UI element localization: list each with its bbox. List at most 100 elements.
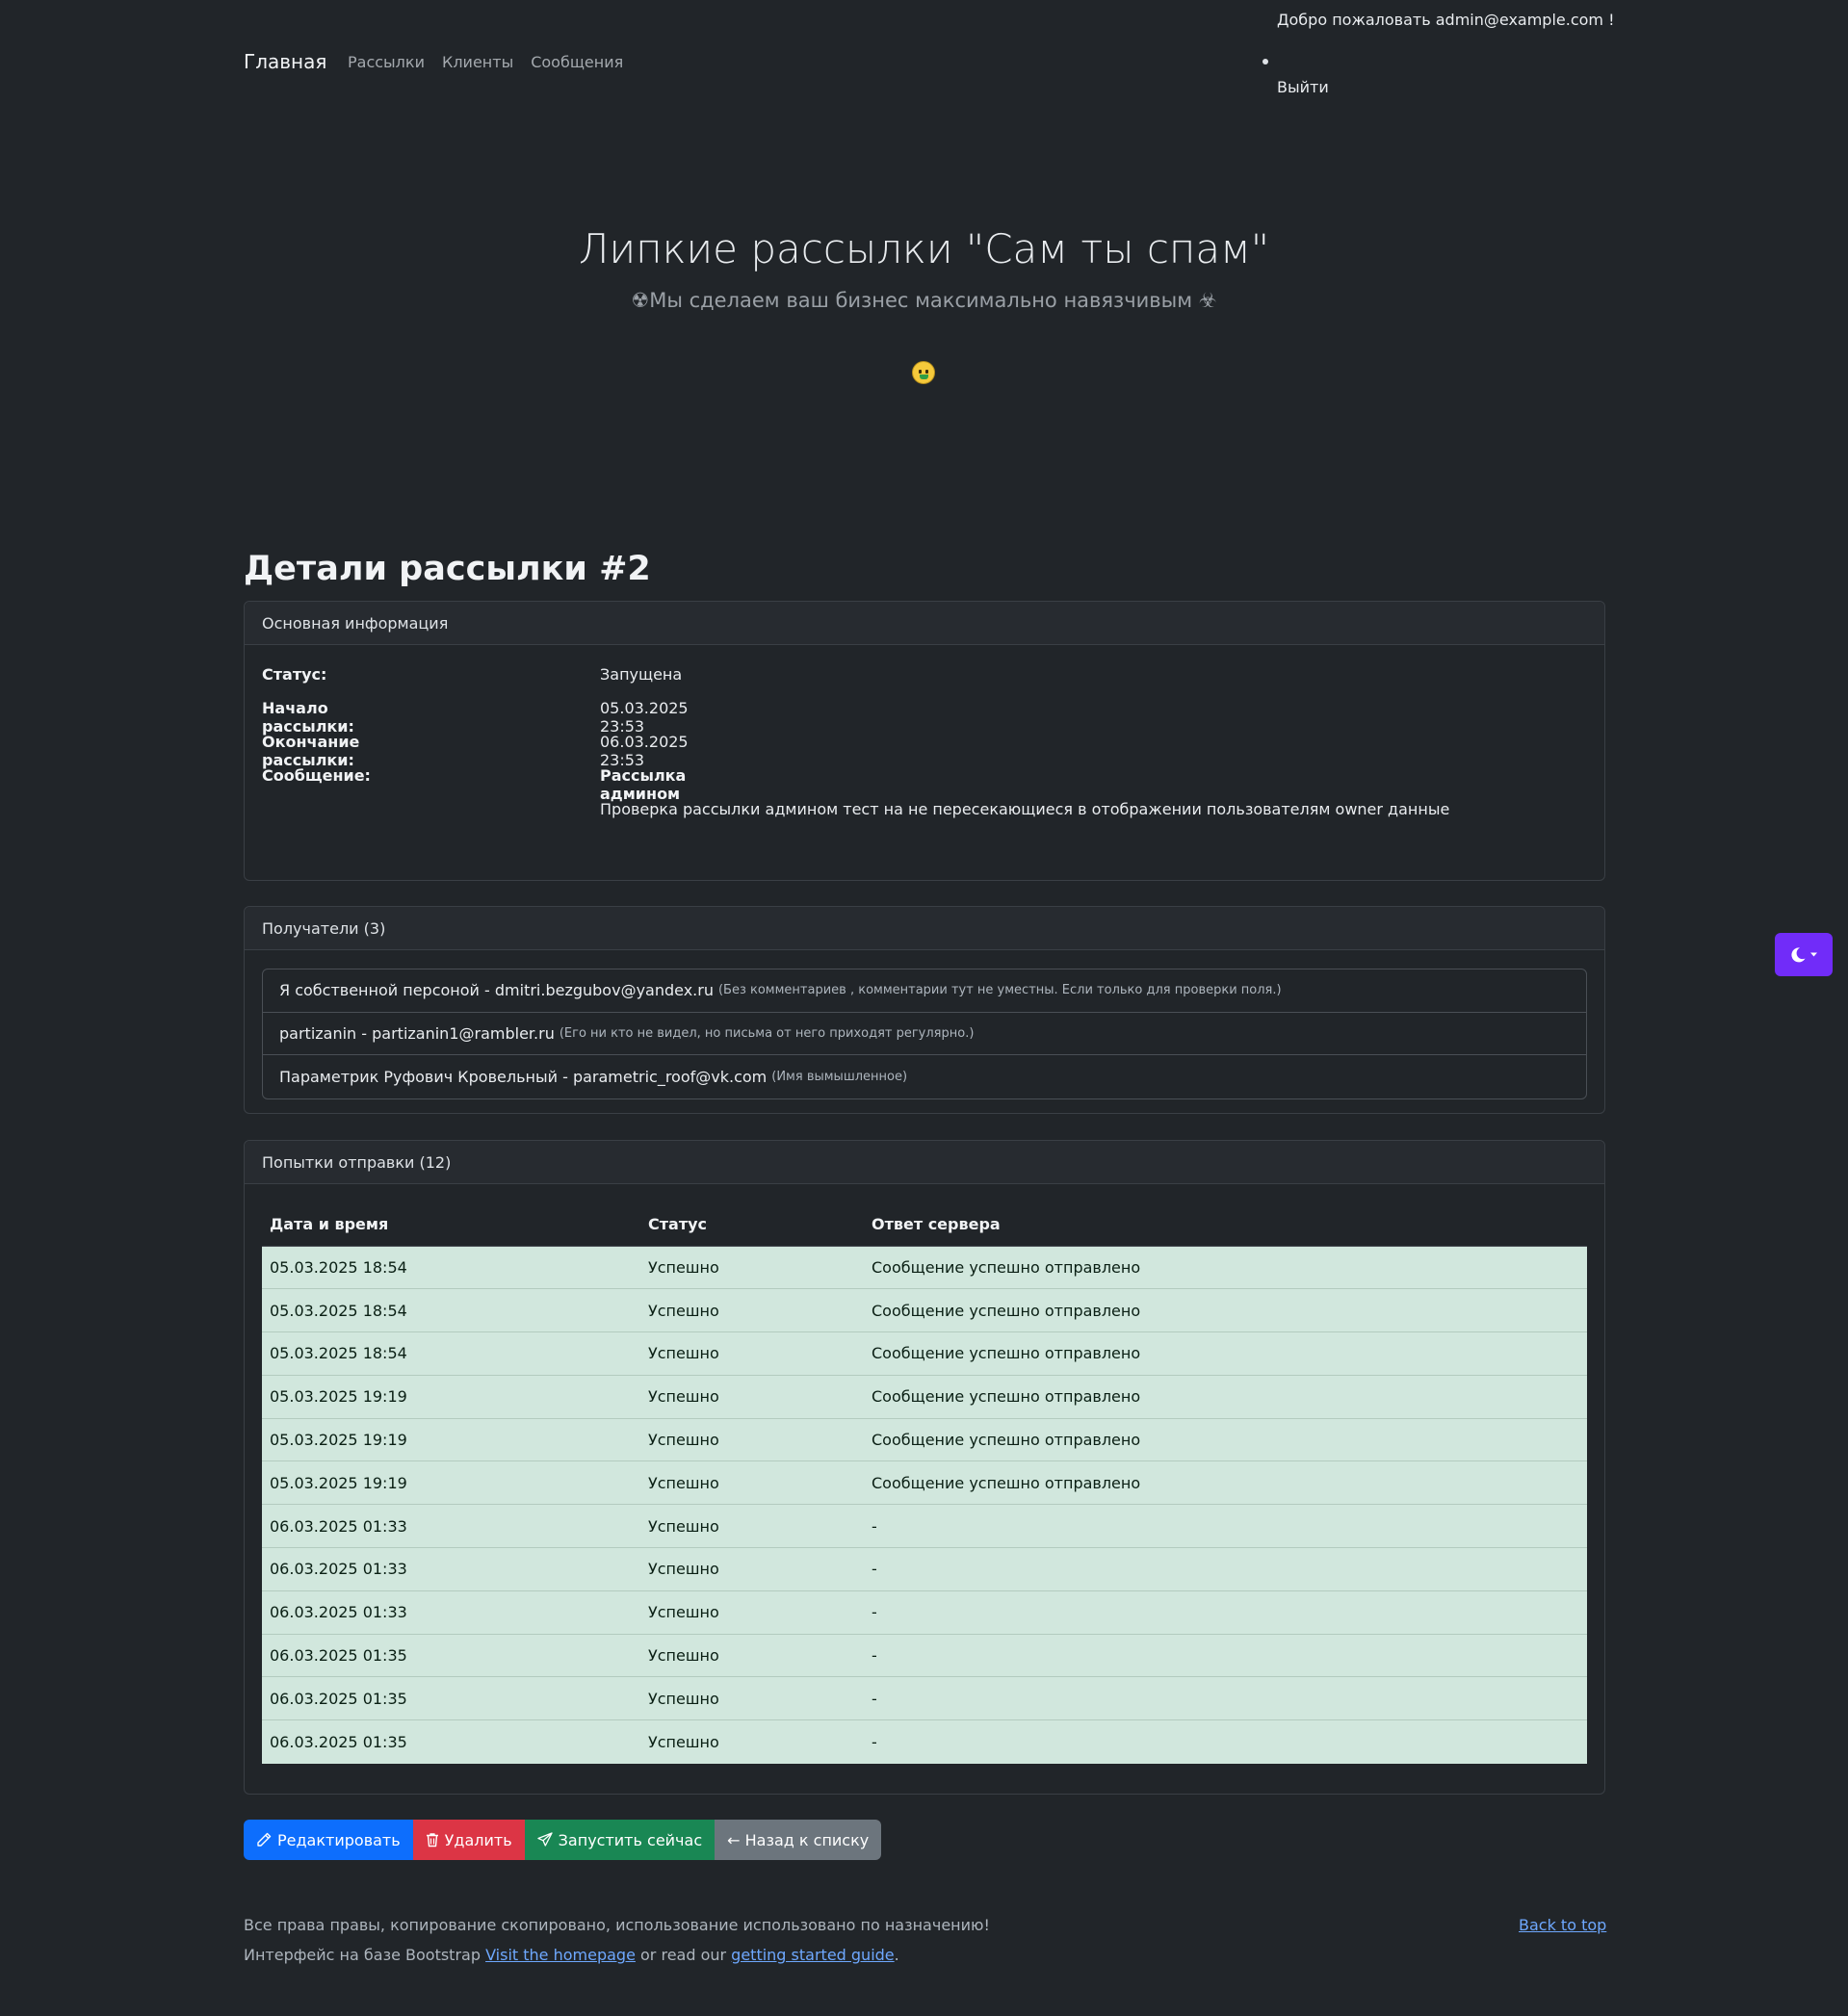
table-row: 06.03.2025 01:35 Успешно -: [262, 1719, 1587, 1764]
cell-datetime: 05.03.2025 18:54: [262, 1288, 640, 1333]
table-row: 06.03.2025 01:35 Успешно -: [262, 1676, 1587, 1721]
table-row: 05.03.2025 18:54 Успешно Сообщение успешно…: [262, 1288, 1587, 1333]
cell-response: Сообщение успешно отправлено: [864, 1288, 1587, 1333]
cell-response: -: [864, 1676, 1587, 1721]
cell-response: -: [864, 1634, 1587, 1678]
list-item: partizanin - partizanin1@rambler.ru (Его…: [263, 1013, 1586, 1056]
nav-brand[interactable]: Главная: [244, 50, 326, 73]
table-row: 06.03.2025 01:33 Успешно -: [262, 1504, 1587, 1549]
cell-datetime: 05.03.2025 18:54: [262, 1331, 640, 1376]
message-subject: Рассылка админом: [600, 766, 687, 803]
back-to-list-button-label: ← Назад к списку: [727, 1830, 870, 1849]
recipient-note: (Его ни кто не видел, но письма от него …: [559, 1026, 975, 1042]
nav-link-mailings[interactable]: Рассылки: [348, 53, 425, 71]
end-label: Окончание рассылки:: [262, 733, 360, 769]
send-icon: [537, 1832, 553, 1847]
recipient-note: (Имя вымышленное): [771, 1070, 908, 1085]
end-value: 06.03.2025 23:53: [600, 733, 689, 769]
table-row: 06.03.2025 01:35 Успешно -: [262, 1634, 1587, 1678]
hero-title: Липкие рассылки "Сам ты спам": [578, 225, 1270, 272]
footer-credits-prefix: Интерфейс на базе Bootstrap: [244, 1946, 486, 1964]
theme-toggle-button[interactable]: [1775, 933, 1833, 976]
table-row: 05.03.2025 18:54 Успешно Сообщение успешно…: [262, 1246, 1587, 1290]
cell-datetime: 06.03.2025 01:35: [262, 1719, 640, 1764]
list-bullet: [1262, 59, 1268, 65]
cell-status: Успешно: [640, 1418, 864, 1462]
delete-button[interactable]: Удалить: [412, 1820, 525, 1860]
info-card: Основная информация Статус: Запущена Нач…: [244, 601, 1605, 881]
chevron-down-icon: [1810, 952, 1817, 957]
cell-response: -: [864, 1504, 1587, 1549]
start-label: Начало рассылки:: [262, 699, 354, 736]
footer-copyright: Все права правы, копирование скопировано…: [244, 1916, 990, 1934]
cell-datetime: 05.03.2025 19:19: [262, 1460, 640, 1506]
cell-status: Успешно: [640, 1719, 864, 1764]
cell-datetime: 06.03.2025 01:35: [262, 1676, 640, 1721]
page-title: Детали рассылки #2: [244, 550, 651, 588]
recipients-card: Получатели (3) Я собственной персоной - …: [244, 906, 1605, 1114]
cell-status: Успешно: [640, 1590, 864, 1635]
cell-datetime: 06.03.2025 01:35: [262, 1634, 640, 1678]
emoji-mouth: [920, 375, 928, 379]
cell-response: Сообщение успешно отправлено: [864, 1460, 1587, 1506]
homepage-link[interactable]: Visit the homepage: [485, 1946, 636, 1964]
recipients-list: Я собственной персоной - dmitri.bezgubov…: [262, 969, 1587, 1100]
cell-status: Успешно: [640, 1288, 864, 1333]
list-item: Я собственной персоной - dmitri.bezgubov…: [263, 969, 1586, 1013]
cell-response: -: [864, 1719, 1587, 1764]
page: Главная Рассылки Клиенты Сообщения Добро…: [0, 0, 1848, 2016]
nav-link-messages[interactable]: Сообщения: [531, 53, 623, 71]
logout-link[interactable]: Выйти: [1277, 78, 1329, 96]
recipients-card-header: Получатели (3): [245, 907, 1604, 950]
recipient-main: partizanin - partizanin1@rambler.ru: [279, 1024, 555, 1044]
cell-response: Сообщение успешно отправлено: [864, 1418, 1587, 1462]
footer-credits: Интерфейс на базе Bootstrap Visit the ho…: [244, 1946, 899, 1964]
status-label: Статус:: [262, 665, 327, 684]
attempts-card-header: Попытки отправки (12): [245, 1141, 1604, 1184]
cell-datetime: 06.03.2025 01:33: [262, 1590, 640, 1635]
cell-response: -: [864, 1590, 1587, 1635]
table-row: 06.03.2025 01:33 Успешно -: [262, 1590, 1587, 1635]
cell-status: Успешно: [640, 1634, 864, 1678]
welcome-text: Добро пожаловать admin@example.com !: [1277, 11, 1615, 29]
column-header-response: Ответ сервера: [864, 1203, 1587, 1247]
recipient-main: Параметрик Руфович Кровельный - parametr…: [279, 1068, 768, 1087]
cell-datetime: 05.03.2025 19:19: [262, 1418, 640, 1462]
cell-response: Сообщение успешно отправлено: [864, 1246, 1587, 1290]
cell-status: Успешно: [640, 1504, 864, 1549]
back-to-top-link[interactable]: Back to top: [1519, 1916, 1606, 1934]
money-mouth-emoji-icon: [912, 361, 935, 384]
pencil-icon: [257, 1832, 272, 1847]
back-to-list-button[interactable]: ← Назад к списку: [715, 1820, 882, 1860]
cell-response: Сообщение успешно отправлено: [864, 1331, 1587, 1376]
table-row: 05.03.2025 19:19 Успешно Сообщение успешно…: [262, 1460, 1587, 1506]
nav-links: Рассылки Клиенты Сообщения: [348, 53, 623, 71]
table-row: 05.03.2025 19:19 Успешно Сообщение успешно…: [262, 1418, 1587, 1462]
moon-icon: [1791, 946, 1806, 962]
getting-started-link[interactable]: getting started guide: [731, 1946, 894, 1964]
cell-status: Успешно: [640, 1460, 864, 1506]
attempts-table: Дата и время Статус Ответ сервера 05.03.…: [262, 1203, 1587, 1764]
edit-button[interactable]: Редактировать: [244, 1820, 413, 1860]
info-card-header: Основная информация: [245, 602, 1604, 645]
attempts-table-body: 05.03.2025 18:54 Успешно Сообщение успешно…: [262, 1246, 1587, 1764]
cell-status: Успешно: [640, 1331, 864, 1376]
table-header-row: Дата и время Статус Ответ сервера: [262, 1203, 1587, 1247]
message-body: Проверка рассылки админом тест на не пер…: [600, 800, 1450, 818]
table-row: 06.03.2025 01:33 Успешно -: [262, 1547, 1587, 1591]
recipient-note: (Без комментариев , комментарии тут не у…: [717, 983, 1282, 998]
delete-button-label: Удалить: [444, 1830, 512, 1849]
cell-datetime: 06.03.2025 01:33: [262, 1504, 640, 1549]
status-value: Запущена: [600, 665, 683, 684]
column-header-datetime: Дата и время: [262, 1203, 640, 1247]
cell-status: Успешно: [640, 1375, 864, 1419]
start-value: 05.03.2025 23:53: [600, 699, 689, 736]
cell-status: Успешно: [640, 1246, 864, 1290]
table-row: 05.03.2025 19:19 Успешно Сообщение успешно…: [262, 1375, 1587, 1419]
nav-link-clients[interactable]: Клиенты: [442, 53, 513, 71]
cell-response: -: [864, 1547, 1587, 1591]
run-now-button[interactable]: Запустить сейчас: [524, 1820, 716, 1860]
cell-datetime: 06.03.2025 01:33: [262, 1547, 640, 1591]
cell-datetime: 05.03.2025 19:19: [262, 1375, 640, 1419]
cell-datetime: 05.03.2025 18:54: [262, 1246, 640, 1290]
